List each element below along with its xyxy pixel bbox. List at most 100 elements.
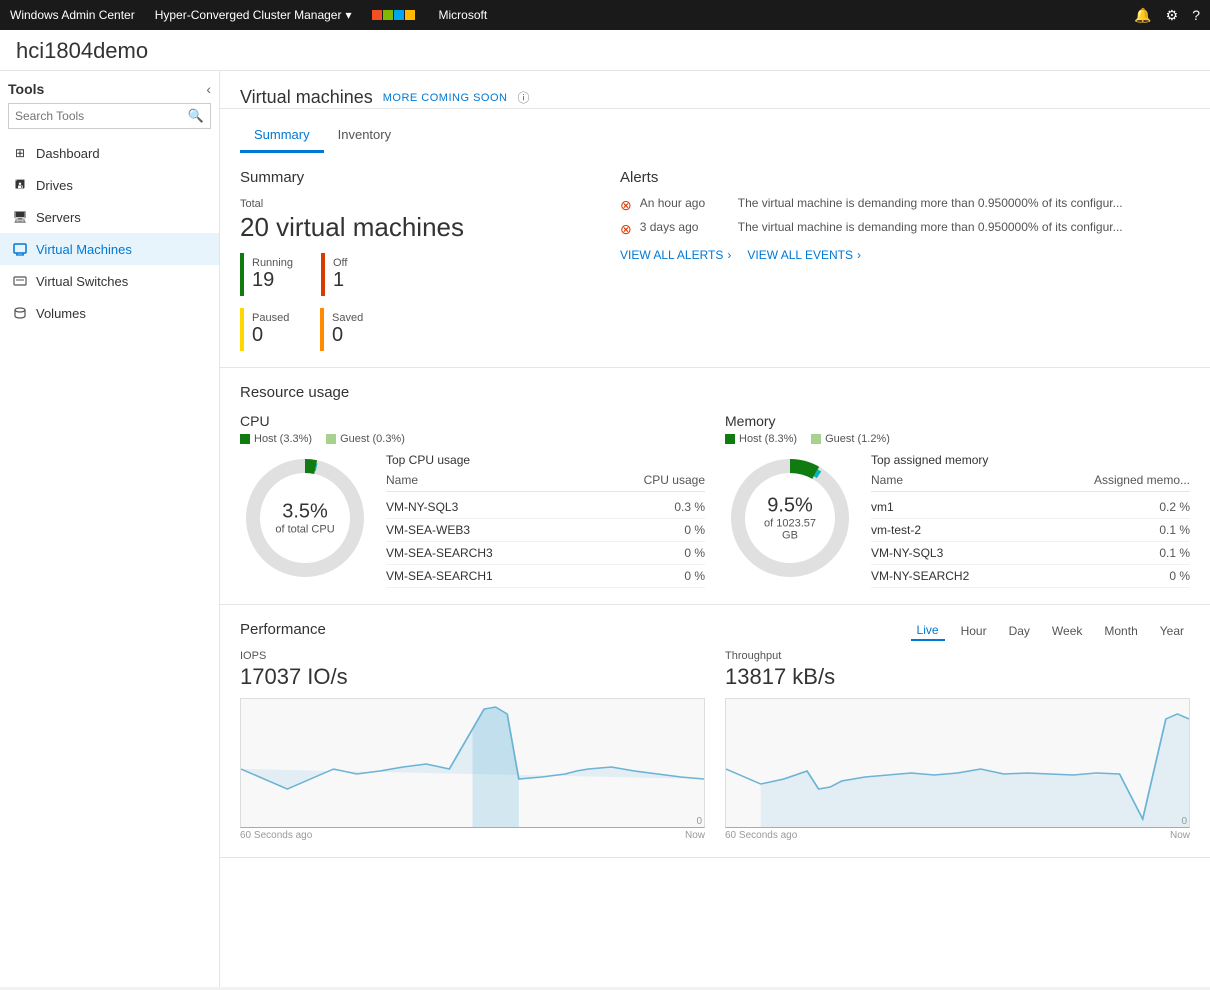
alert-links: VIEW ALL ALERTS › VIEW ALL EVENTS › <box>620 248 1190 262</box>
throughput-chart-labels: 60 Seconds ago Now <box>725 830 1190 841</box>
perf-btn-day[interactable]: Day <box>1003 622 1036 640</box>
cpu-table-wrap: Top CPU usage Name CPU usage VM-NY-SQL3 … <box>386 453 705 588</box>
throughput-label: Throughput <box>725 650 1190 662</box>
cpu-percentage: 3.5% <box>275 501 334 524</box>
memory-guest-dot <box>811 434 821 444</box>
summary-grid: Summary Total 20 virtual machines Runnin… <box>240 169 1190 351</box>
memory-guest-legend: Guest (1.2%) <box>811 433 890 445</box>
search-input[interactable] <box>9 105 182 127</box>
throughput-x-start: 60 Seconds ago <box>725 830 797 841</box>
sidebar-item-label: Virtual Machines <box>36 242 132 257</box>
topbar-app: Hyper-Converged Cluster Manager ▾ <box>155 8 352 22</box>
sidebar-item-drives[interactable]: 🖪 Drives <box>0 169 219 201</box>
perf-btn-week[interactable]: Week <box>1046 622 1088 640</box>
memory-row-0: vm1 0.2 % <box>871 496 1190 519</box>
sidebar-item-servers[interactable]: 🖥 Servers <box>0 201 219 233</box>
servers-icon: 🖥 <box>12 209 28 225</box>
sidebar-item-label: Volumes <box>36 306 86 321</box>
sidebar-title: Tools <box>8 81 44 97</box>
memory-sub: of 1023.57 GB <box>758 518 823 542</box>
running-label: Running <box>252 257 293 269</box>
content-header: Virtual machines MORE COMING SOON ⓘ <box>220 71 1210 109</box>
sidebar-item-virtual-switches[interactable]: Virtual Switches <box>0 265 219 297</box>
sidebar-item-volumes[interactable]: Volumes <box>0 297 219 329</box>
perf-btn-live[interactable]: Live <box>911 621 945 641</box>
memory-label: Memory <box>725 413 1190 429</box>
cpu-legend: Host (3.3%) Guest (0.3%) <box>240 433 705 445</box>
perf-btn-month[interactable]: Month <box>1098 622 1143 640</box>
off-stat: Off 1 <box>321 253 381 296</box>
resource-usage-title: Resource usage <box>240 384 1190 401</box>
off-value: 1 <box>333 269 373 292</box>
memory-donut-center: 9.5% of 1023.57 GB <box>758 495 823 542</box>
iops-x-start: 60 Seconds ago <box>240 830 312 841</box>
performance-title: Performance <box>240 621 326 638</box>
volumes-icon <box>12 305 28 321</box>
iops-value: 17037 IO/s <box>240 664 705 690</box>
settings-icon[interactable]: ⚙ <box>1166 7 1179 24</box>
off-label: Off <box>333 257 373 269</box>
topbar-icons: 🔔 ⚙ ? <box>1134 7 1200 24</box>
memory-resource-columns: 9.5% of 1023.57 GB Top assigned memory N… <box>725 453 1190 588</box>
memory-row-3: VM-NY-SEARCH2 0 % <box>871 565 1190 588</box>
throughput-value: 13817 kB/s <box>725 664 1190 690</box>
sidebar-collapse-button[interactable]: ‹ <box>206 81 211 97</box>
topbar: Windows Admin Center Hyper-Converged Clu… <box>0 0 1210 30</box>
tab-inventory[interactable]: Inventory <box>324 119 405 153</box>
cpu-sub: of total CPU <box>275 524 334 536</box>
tabs: Summary Inventory <box>240 119 1190 153</box>
cpu-row-3: VM-SEA-SEARCH1 0 % <box>386 565 705 588</box>
notification-icon[interactable]: 🔔 <box>1134 7 1151 24</box>
chart-zero-throughput: 0 <box>1181 816 1187 827</box>
saved-stat: Saved 0 <box>320 308 380 351</box>
topbar-brand: Windows Admin Center <box>10 8 135 22</box>
app-name: hci1804demo <box>0 30 1210 71</box>
paused-value: 0 <box>252 324 292 347</box>
more-coming-soon-label: MORE COMING SOON <box>383 92 508 104</box>
memory-table-wrap: Top assigned memory Name Assigned memo..… <box>871 453 1190 588</box>
perf-time-controls: Live Hour Day Week Month Year <box>911 621 1190 641</box>
iops-chart: 0 <box>240 698 705 828</box>
chart-zero-iops: 0 <box>696 816 702 827</box>
cpu-guest-dot <box>326 434 336 444</box>
perf-btn-hour[interactable]: Hour <box>955 622 993 640</box>
alerts-panel: Alerts ⊗ An hour ago The virtual machine… <box>620 169 1190 351</box>
microsoft-label: Microsoft <box>439 8 488 22</box>
sidebar: Tools ‹ 🔍 ⊞ Dashboard 🖪 Drives 🖥 Servers… <box>0 71 220 987</box>
view-all-alerts-link[interactable]: VIEW ALL ALERTS › <box>620 248 731 262</box>
sidebar-item-virtual-machines[interactable]: Virtual Machines <box>0 233 219 265</box>
paused-stat: Paused 0 <box>240 308 300 351</box>
topbar-app-name: Hyper-Converged Cluster Manager <box>155 8 342 22</box>
sidebar-item-dashboard[interactable]: ⊞ Dashboard <box>0 137 219 169</box>
vm-icon <box>12 241 28 257</box>
cpu-donut: 3.5% of total CPU <box>240 453 370 583</box>
stats-row-1: Running 19 Off 1 <box>240 253 620 296</box>
view-all-events-link[interactable]: VIEW ALL EVENTS › <box>747 248 861 262</box>
saved-value: 0 <box>332 324 372 347</box>
topbar-chevron[interactable]: ▾ <box>345 8 351 22</box>
throughput-x-end: Now <box>1170 830 1190 841</box>
alert-row-1: ⊗ An hour ago The virtual machine is dem… <box>620 196 1190 214</box>
cpu-col-metric: CPU usage <box>644 473 705 487</box>
cpu-label: CPU <box>240 413 705 429</box>
alert-error-icon-1: ⊗ <box>620 197 632 214</box>
cpu-row-0: VM-NY-SQL3 0.3 % <box>386 496 705 519</box>
vm-count: 20 virtual machines <box>240 212 620 243</box>
alert-row-2: ⊗ 3 days ago The virtual machine is dema… <box>620 220 1190 238</box>
perf-btn-year[interactable]: Year <box>1154 622 1190 640</box>
saved-label: Saved <box>332 312 372 324</box>
sidebar-header: Tools ‹ <box>0 71 219 103</box>
tab-summary[interactable]: Summary <box>240 119 324 153</box>
iops-chart-panel: IOPS 17037 IO/s 0 60 Seconds ago <box>240 650 705 841</box>
summary-alerts-section: Summary Total 20 virtual machines Runnin… <box>220 153 1210 368</box>
running-stat: Running 19 <box>240 253 301 296</box>
throughput-chart: 0 <box>725 698 1190 828</box>
cpu-donut-center: 3.5% of total CPU <box>275 501 334 536</box>
memory-table-title: Top assigned memory <box>871 453 1190 467</box>
dashboard-icon: ⊞ <box>12 145 28 161</box>
memory-donut: 9.5% of 1023.57 GB <box>725 453 855 583</box>
memory-host-legend: Host (8.3%) <box>725 433 797 445</box>
help-icon[interactable]: ? <box>1192 7 1200 24</box>
cpu-panel: CPU Host (3.3%) Guest (0.3%) <box>240 413 705 588</box>
running-value: 19 <box>252 269 293 292</box>
